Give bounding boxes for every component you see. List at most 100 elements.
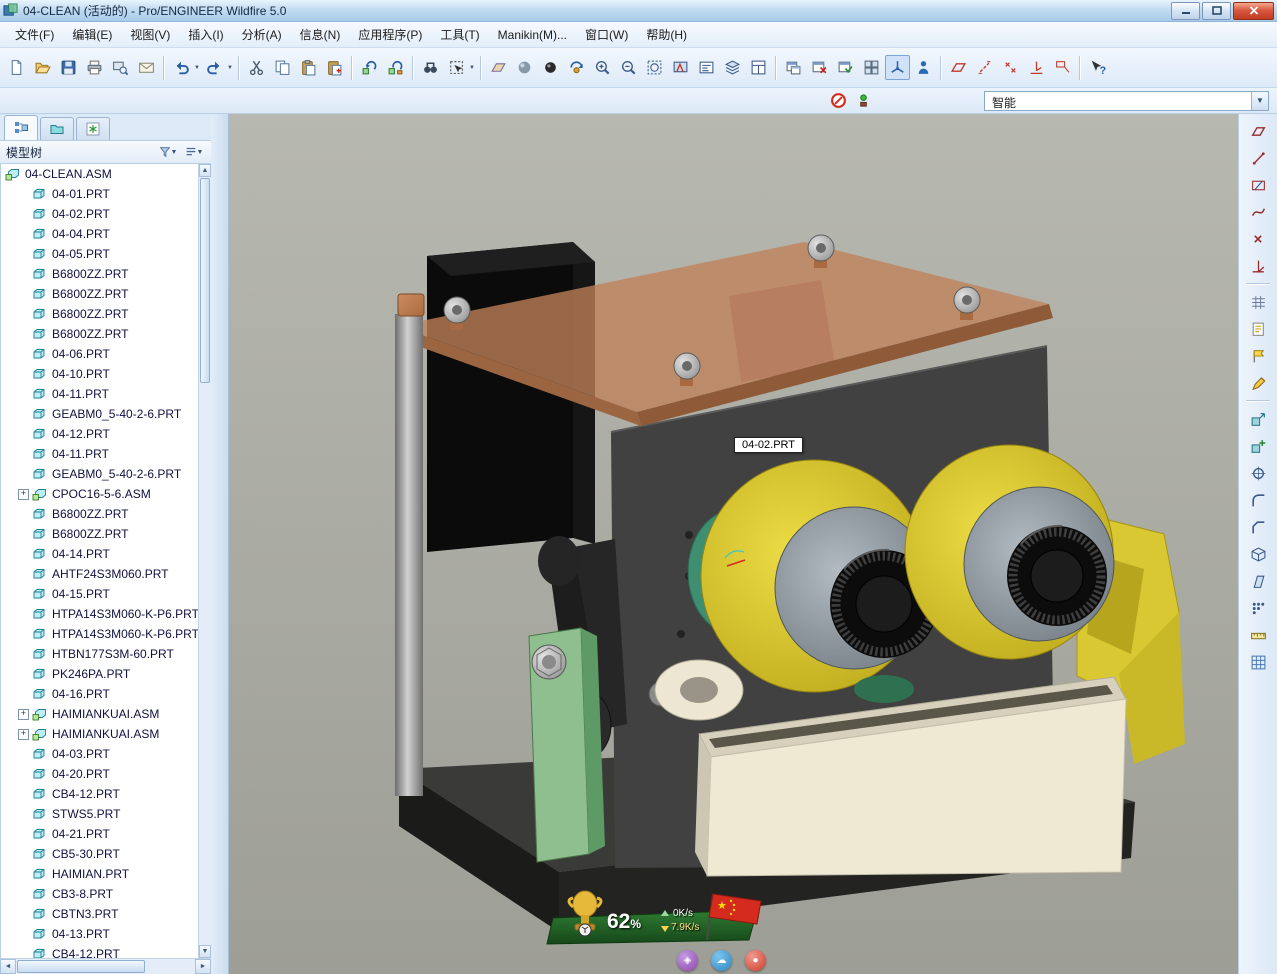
- menu-item[interactable]: Manikin(M)...: [489, 24, 576, 46]
- select-tool-button[interactable]: [444, 55, 469, 80]
- activate-window-button[interactable]: [833, 55, 858, 80]
- tree-vertical-scrollbar[interactable]: ▲ ▼: [198, 164, 211, 958]
- view-manager-button[interactable]: [746, 55, 771, 80]
- context-help-button[interactable]: ?: [1085, 55, 1110, 80]
- tree-item[interactable]: 04-16.PRT: [1, 684, 198, 704]
- close-button[interactable]: [1233, 2, 1274, 20]
- assemble-component-button[interactable]: [1245, 407, 1272, 431]
- regenerate-button[interactable]: [357, 55, 382, 80]
- axis-display-toggle[interactable]: [972, 55, 997, 80]
- expand-icon[interactable]: +: [18, 709, 29, 720]
- tree-item[interactable]: 04-05.PRT: [1, 244, 198, 264]
- scrollbar-track[interactable]: [199, 384, 211, 945]
- tree-item[interactable]: +HAIMIANKUAI.ASM: [1, 724, 198, 744]
- tree-item[interactable]: GEABM0_5-40-2-6.PRT: [1, 404, 198, 424]
- model-player-button[interactable]: [911, 55, 936, 80]
- tree-item[interactable]: B6800ZZ.PRT: [1, 524, 198, 544]
- dock-icon-purple[interactable]: ◈: [677, 950, 698, 971]
- open-file-button[interactable]: [30, 55, 55, 80]
- datum-display-button[interactable]: [486, 55, 511, 80]
- assembly-3d-view[interactable]: [229, 114, 1238, 974]
- markup-pencil-tool[interactable]: [1245, 371, 1272, 395]
- menu-item[interactable]: 编辑(E): [63, 22, 121, 47]
- measure-tool[interactable]: [1245, 623, 1272, 647]
- tree-item[interactable]: 04-13.PRT: [1, 924, 198, 944]
- datum-plane-tool[interactable]: [1245, 119, 1272, 143]
- tree-item[interactable]: HTPA14S3M060-K-P6.PRT: [1, 604, 198, 624]
- stop-button[interactable]: [826, 88, 851, 113]
- tree-item[interactable]: STWS5.PRT: [1, 804, 198, 824]
- dock-icon-red[interactable]: ●: [745, 950, 766, 971]
- refit-button[interactable]: [642, 55, 667, 80]
- tree-item[interactable]: 04-02.PRT: [1, 204, 198, 224]
- menu-item[interactable]: 应用程序(P): [349, 22, 431, 47]
- tree-item[interactable]: B6800ZZ.PRT: [1, 504, 198, 524]
- tree-item[interactable]: CB5-30.PRT: [1, 844, 198, 864]
- csys-display-toggle[interactable]: [1024, 55, 1049, 80]
- datum-csys-tool[interactable]: [1245, 254, 1272, 278]
- tree-item[interactable]: 04-04.PRT: [1, 224, 198, 244]
- spin-center-toggle[interactable]: [538, 55, 563, 80]
- chevron-down-icon[interactable]: ▼: [1251, 92, 1268, 110]
- menu-item[interactable]: 插入(I): [179, 22, 232, 47]
- tree-item[interactable]: GEABM0_5-40-2-6.PRT: [1, 464, 198, 484]
- tree-item[interactable]: HTPA14S3M060-K-P6.PRT: [1, 624, 198, 644]
- new-window-button[interactable]: [781, 55, 806, 80]
- scroll-right-arrow[interactable]: ►: [195, 959, 211, 974]
- tree-item[interactable]: HAIMIAN.PRT: [1, 864, 198, 884]
- custom-regenerate-button[interactable]: [383, 55, 408, 80]
- tree-item[interactable]: HTBN177S3M-60.PRT: [1, 644, 198, 664]
- copy-button[interactable]: [270, 55, 295, 80]
- scroll-up-arrow[interactable]: ▲: [199, 164, 211, 177]
- repaint-button[interactable]: [668, 55, 693, 80]
- orient-mode-button[interactable]: [564, 55, 589, 80]
- menu-item[interactable]: 信息(N): [291, 22, 350, 47]
- tree-item[interactable]: B6800ZZ.PRT: [1, 304, 198, 324]
- round-tool[interactable]: [1245, 488, 1272, 512]
- tree-item[interactable]: CBTN3.PRT: [1, 904, 198, 924]
- expand-icon[interactable]: +: [18, 489, 29, 500]
- annotation-display-toggle[interactable]: [1050, 55, 1075, 80]
- hole-tool[interactable]: [1245, 461, 1272, 485]
- print-button[interactable]: [82, 55, 107, 80]
- select-dropdown-icon[interactable]: ▼: [468, 65, 476, 71]
- tree-item[interactable]: CB4-12.PRT: [1, 944, 198, 958]
- tree-item[interactable]: AHTF24S3M060.PRT: [1, 564, 198, 584]
- tree-show-dropdown-button[interactable]: ▼: [155, 144, 181, 160]
- redo-button[interactable]: [202, 55, 227, 80]
- new-file-button[interactable]: [4, 55, 29, 80]
- tab-folder-browser[interactable]: [40, 117, 74, 140]
- redo-dropdown-icon[interactable]: ▼: [226, 65, 234, 71]
- expand-icon[interactable]: +: [18, 729, 29, 740]
- menu-item[interactable]: 工具(T): [431, 22, 488, 47]
- tree-item[interactable]: 04-20.PRT: [1, 764, 198, 784]
- scroll-left-arrow[interactable]: ◄: [0, 959, 16, 974]
- menu-item[interactable]: 视图(V): [121, 22, 179, 47]
- tree-item[interactable]: 04-15.PRT: [1, 584, 198, 604]
- tree-item[interactable]: B6800ZZ.PRT: [1, 264, 198, 284]
- find-button[interactable]: [418, 55, 443, 80]
- tab-model-tree[interactable]: [4, 115, 38, 140]
- tree-item[interactable]: 04-11.PRT: [1, 384, 198, 404]
- menu-item[interactable]: 分析(A): [233, 22, 291, 47]
- tree-item[interactable]: 04-06.PRT: [1, 344, 198, 364]
- tree-item[interactable]: CB4-12.PRT: [1, 784, 198, 804]
- paste-special-button[interactable]: [322, 55, 347, 80]
- tree-horizontal-scrollbar[interactable]: ◄ ►: [0, 958, 211, 974]
- tree-item[interactable]: 04-12.PRT: [1, 424, 198, 444]
- tree-item[interactable]: 04-01.PRT: [1, 184, 198, 204]
- datum-point-tool[interactable]: [1245, 227, 1272, 251]
- datum-curve-tool[interactable]: [1245, 200, 1272, 224]
- tab-favorites[interactable]: [76, 117, 110, 140]
- tree-item[interactable]: 04-21.PRT: [1, 824, 198, 844]
- maximize-button[interactable]: [1202, 2, 1231, 20]
- mail-button[interactable]: [134, 55, 159, 80]
- zoom-in-button[interactable]: [590, 55, 615, 80]
- dock-icon-blue[interactable]: ☁: [711, 950, 732, 971]
- print-preview-button[interactable]: [108, 55, 133, 80]
- tree-item[interactable]: 04-11.PRT: [1, 444, 198, 464]
- minimize-button[interactable]: [1171, 2, 1200, 20]
- analysis-grid-tool[interactable]: [1245, 290, 1272, 314]
- smart-filter-combobox[interactable]: 智能 ▼: [984, 91, 1269, 111]
- draft-tool[interactable]: [1245, 569, 1272, 593]
